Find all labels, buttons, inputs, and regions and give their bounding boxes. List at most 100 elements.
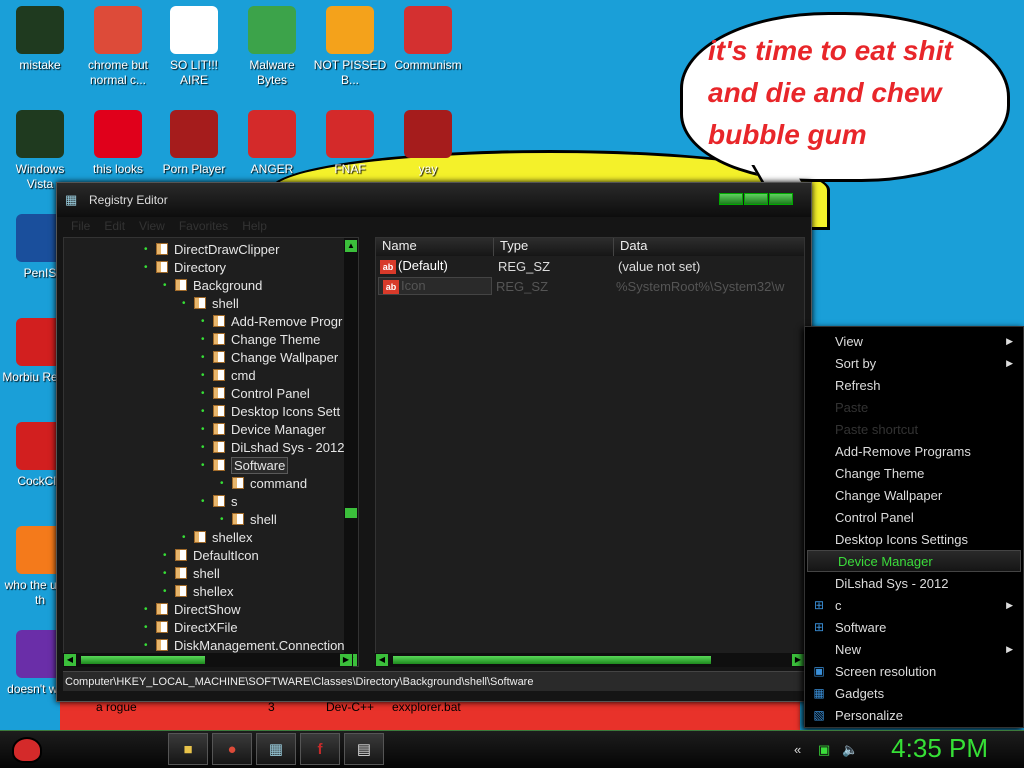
context-menu-item[interactable]: New ▶ (805, 638, 1023, 660)
expand-dot-icon[interactable]: • (220, 478, 230, 489)
expand-dot-icon[interactable]: • (201, 460, 211, 471)
context-menu-item[interactable]: Device Manager (807, 550, 1021, 572)
tree-horizontal-scrollbar[interactable]: ◀ ▶ (63, 653, 353, 667)
expand-dot-icon[interactable]: • (220, 514, 230, 525)
tree-item[interactable]: • Change Wallpaper (201, 348, 338, 366)
context-menu-item[interactable]: ▦ Gadgets (805, 682, 1023, 704)
desktop-icon[interactable]: ANGER (234, 110, 310, 177)
expand-dot-icon[interactable]: • (163, 586, 173, 597)
taskbar-notepad-button[interactable]: ▤ (344, 733, 384, 765)
tree-item[interactable]: • DirectXFile (144, 618, 238, 636)
context-menu-item[interactable]: Change Theme (805, 462, 1023, 484)
tree-item[interactable]: • Background (163, 276, 262, 294)
taskbar-explorer-button[interactable]: ■ (168, 733, 208, 765)
value-row[interactable]: ab Icon REG_SZ %SystemRoot%\System32\w (376, 276, 804, 296)
context-menu-item[interactable]: Change Wallpaper (805, 484, 1023, 506)
taskbar-flash-button[interactable]: f (300, 733, 340, 765)
tree-item[interactable]: • DiLshad Sys - 2012 (201, 438, 344, 456)
context-menu-item[interactable]: ▧ Personalize (805, 704, 1023, 726)
tree-item[interactable]: • DefaultIcon (163, 546, 259, 564)
expand-dot-icon[interactable]: • (201, 406, 211, 417)
menu-file[interactable]: File (71, 219, 90, 235)
scroll-left-icon[interactable]: ◀ (376, 654, 388, 666)
tree-item[interactable]: • DiskManagement.Connection (144, 636, 345, 654)
taskbar-regedit-button[interactable]: ▦ (256, 733, 296, 765)
tree-vertical-scrollbar[interactable]: ▲ ▼ (344, 238, 358, 666)
expand-dot-icon[interactable]: • (201, 424, 211, 435)
scroll-thumb[interactable] (81, 656, 205, 664)
desktop-icon[interactable]: Porn Player (156, 110, 232, 177)
expand-dot-icon[interactable]: • (144, 640, 154, 651)
start-button[interactable] (8, 732, 46, 768)
column-name[interactable]: Name (376, 238, 494, 256)
scroll-left-icon[interactable]: ◀ (64, 654, 76, 666)
menu-favorites[interactable]: Favorites (179, 219, 228, 235)
tree-item[interactable]: • Device Manager (201, 420, 326, 438)
menu-help[interactable]: Help (242, 219, 267, 235)
column-type[interactable]: Type (494, 238, 614, 256)
tree-item[interactable]: • Control Panel (201, 384, 310, 402)
menu-view[interactable]: View (139, 219, 165, 235)
context-menu-item[interactable]: Control Panel (805, 506, 1023, 528)
tree-item[interactable]: • command (220, 474, 307, 492)
tree-item[interactable]: • shellex (182, 528, 252, 546)
tree-item[interactable]: • shell (182, 294, 239, 312)
tree-item[interactable]: • shell (220, 510, 277, 528)
scroll-thumb[interactable] (345, 508, 357, 518)
taskbar-chrome-button[interactable]: ● (212, 733, 252, 765)
network-icon[interactable]: ▣ (818, 742, 830, 758)
scroll-right-icon[interactable]: ▶ (792, 654, 804, 666)
desktop-icon[interactable]: mistake (2, 6, 78, 73)
context-menu-item[interactable]: Add-Remove Programs (805, 440, 1023, 462)
expand-dot-icon[interactable]: • (182, 298, 192, 309)
tree-item[interactable]: • DirectShow (144, 600, 240, 618)
tree-item[interactable]: • Change Theme (201, 330, 320, 348)
tree-item[interactable]: • Desktop Icons Sett (201, 402, 340, 420)
close-button[interactable] (769, 193, 793, 205)
context-menu-item[interactable]: View ▶ (805, 330, 1023, 352)
menu-edit[interactable]: Edit (104, 219, 125, 235)
expand-dot-icon[interactable]: • (144, 604, 154, 615)
expand-dot-icon[interactable]: • (201, 334, 211, 345)
desktop-icon[interactable]: Communism (390, 6, 466, 73)
tree-item[interactable]: • Software (201, 456, 289, 474)
clock[interactable]: 4:35 PM (891, 733, 988, 764)
desktop-icon[interactable]: chrome but normal c... (80, 6, 156, 88)
expand-dot-icon[interactable]: • (144, 244, 154, 255)
tree-item[interactable]: • cmd (201, 366, 256, 384)
expand-dot-icon[interactable]: • (163, 568, 173, 579)
scroll-thumb[interactable] (393, 656, 711, 664)
desktop-icon[interactable]: NOT PISSED B... (312, 6, 388, 88)
volume-icon[interactable]: 🔈 (842, 742, 858, 758)
desktop-icon[interactable]: Malware Bytes (234, 6, 310, 88)
expand-dot-icon[interactable]: • (201, 316, 211, 327)
maximize-button[interactable] (744, 193, 768, 205)
column-data[interactable]: Data (614, 238, 804, 256)
desktop-icon[interactable]: SO LIT!!! AIRE (156, 6, 232, 88)
title-bar[interactable]: ▦ Registry Editor (57, 183, 811, 217)
context-menu-item[interactable]: Sort by ▶ (805, 352, 1023, 374)
context-menu-item[interactable]: ▣ Screen resolution (805, 660, 1023, 682)
scroll-right-icon[interactable]: ▶ (340, 654, 352, 666)
expand-dot-icon[interactable]: • (201, 442, 211, 453)
context-menu-item[interactable]: Desktop Icons Settings (805, 528, 1023, 550)
expand-dot-icon[interactable]: • (182, 532, 192, 543)
tree-item[interactable]: • Directory (144, 258, 226, 276)
context-menu-item[interactable]: ⊞ Software (805, 616, 1023, 638)
tree-item[interactable]: • DirectDrawClipper (144, 240, 279, 258)
tree-item[interactable]: • s (201, 492, 238, 510)
expand-dot-icon[interactable]: • (144, 622, 154, 633)
tree-item[interactable]: • shellex (163, 582, 233, 600)
value-row[interactable]: ab (Default) REG_SZ (value not set) (376, 256, 804, 276)
scroll-up-icon[interactable]: ▲ (345, 240, 357, 252)
expand-dot-icon[interactable]: • (163, 280, 173, 291)
desktop-icon[interactable]: this looks (80, 110, 156, 177)
expand-dot-icon[interactable]: • (144, 262, 154, 273)
desktop-icon[interactable]: FNAF (312, 110, 388, 177)
context-menu-item[interactable]: DiLshad Sys - 2012 (805, 572, 1023, 594)
tree-item[interactable]: • shell (163, 564, 220, 582)
tree-item[interactable]: • Add-Remove Progr (201, 312, 342, 330)
context-menu-item[interactable]: ⊞ c ▶ (805, 594, 1023, 616)
expand-dot-icon[interactable]: • (163, 550, 173, 561)
expand-dot-icon[interactable]: • (201, 352, 211, 363)
